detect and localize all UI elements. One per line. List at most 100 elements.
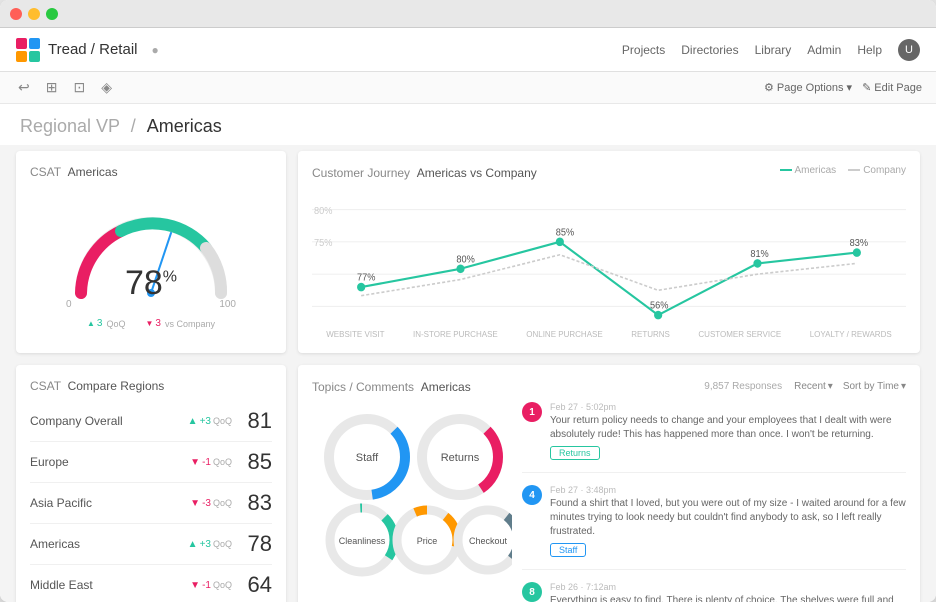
compare-name-2: Asia Pacific xyxy=(30,496,190,510)
nav-logo: Tread / Retail ● xyxy=(16,38,159,62)
comment-tag-1[interactable]: Staff xyxy=(550,543,586,557)
compare-delta-1: ▼ -1 QoQ xyxy=(190,457,232,468)
topics-body: Staff Returns Cleanliness xyxy=(312,402,906,602)
topics-title-area: Topics / Comments Americas xyxy=(312,379,471,394)
settings-icon[interactable]: ◈ xyxy=(97,77,116,98)
nav-projects[interactable]: Projects xyxy=(622,43,665,57)
comment-text-0: Your return policy needs to change and y… xyxy=(550,414,906,442)
nav-directories[interactable]: Directories xyxy=(681,43,738,57)
x-label-4: CUSTOMER SERVICE xyxy=(698,330,781,339)
legend-company: Company xyxy=(848,165,906,176)
user-avatar[interactable]: U xyxy=(898,39,920,61)
logo-dot-2 xyxy=(29,38,40,49)
compare-delta-val-3: +3 xyxy=(200,539,211,550)
compare-delta-val-0: +3 xyxy=(200,416,211,427)
compare-delta-4: ▼ -1 QoQ xyxy=(190,580,232,591)
delta-qoq: 3 QoQ xyxy=(87,318,126,329)
comment-tag-0[interactable]: Returns xyxy=(550,446,600,460)
gauge-bottom: 3 QoQ 3 vs Company xyxy=(87,318,215,329)
company-label: vs Company xyxy=(165,319,215,329)
csat-value: 78 xyxy=(125,264,163,302)
edit-page-button[interactable]: ✎ Edit Page xyxy=(862,81,922,94)
nav-admin[interactable]: Admin xyxy=(807,43,841,57)
journey-title: Customer Journey Americas vs Company xyxy=(312,165,537,180)
gauge-max: 100 xyxy=(219,299,236,310)
compare-row-1: Europe ▼ -1 QoQ 85 xyxy=(30,442,272,483)
journey-card-title: Customer Journey Americas vs Company xyxy=(312,166,537,180)
svg-text:Cleanliness: Cleanliness xyxy=(339,536,386,546)
journey-header: Customer Journey Americas vs Company Ame… xyxy=(312,165,906,180)
pin-icon[interactable]: ● xyxy=(151,43,158,57)
page-options-button[interactable]: ⚙ Page Options ▾ xyxy=(764,81,852,94)
compare-score-1: 85 xyxy=(240,449,272,475)
compare-delta-3: ▲ +3 QoQ xyxy=(188,539,232,550)
comments-list: 1 Feb 27 · 5:02pm Your return policy nee… xyxy=(522,402,906,602)
compare-row-3: Americas ▲ +3 QoQ 78 xyxy=(30,524,272,565)
grid-icon[interactable]: ⊞ xyxy=(42,77,62,98)
compare-name-3: Americas xyxy=(30,537,188,551)
svg-text:77%: 77% xyxy=(357,272,376,283)
legend-americas-label: Americas xyxy=(795,165,837,176)
svg-text:85%: 85% xyxy=(556,227,575,238)
edit-icon: ✎ xyxy=(862,81,871,94)
nav-library[interactable]: Library xyxy=(755,43,792,57)
compare-score-4: 64 xyxy=(240,572,272,598)
qoq-label: QoQ xyxy=(106,319,125,329)
back-icon[interactable]: ↩ xyxy=(14,77,34,98)
topics-filters: Recent ▾ Sort by Time ▾ xyxy=(794,381,906,392)
delta-company: 3 vs Company xyxy=(145,318,215,329)
compare-delta-2: ▼ -3 QoQ xyxy=(190,498,232,509)
compare-delta-val-4: -1 xyxy=(202,580,211,591)
x-label-1: IN-STORE PURCHASE xyxy=(413,330,498,339)
breadcrumb-bar: Regional VP / Americas xyxy=(0,104,936,145)
x-label-5: LOYALTY / REWARDS xyxy=(810,330,892,339)
minimize-button[interactable] xyxy=(28,8,40,20)
compare-score-0: 81 xyxy=(240,408,272,434)
x-label-0: WEBSITE VISIT xyxy=(326,330,384,339)
qoq-value: 3 xyxy=(97,318,103,329)
svg-text:81%: 81% xyxy=(750,249,769,260)
compare-row-2: Asia Pacific ▼ -3 QoQ 83 xyxy=(30,483,272,524)
topics-responses: 9,857 Responses xyxy=(704,381,782,392)
recent-chevron: ▾ xyxy=(828,381,833,392)
breadcrumb-root[interactable]: Regional VP xyxy=(20,116,120,136)
company-arrow-down xyxy=(145,318,153,329)
maximize-button[interactable] xyxy=(46,8,58,20)
chart-area: 80% 75% 77% 80% xyxy=(312,188,906,328)
csat-subtitle: Americas xyxy=(68,165,118,179)
journey-legend: Americas Company xyxy=(780,165,907,176)
comment-text-2: Everything is easy to find. There is ple… xyxy=(550,594,906,602)
journey-title-text: Customer Journey xyxy=(312,166,410,180)
comment-avatar-0: 1 xyxy=(522,402,542,422)
qoq-arrow-up xyxy=(87,318,95,329)
compare-subtitle: Compare Regions xyxy=(68,379,165,393)
svg-text:56%: 56% xyxy=(650,300,669,311)
breadcrumb: Regional VP / Americas xyxy=(20,116,916,137)
logo-dot-3 xyxy=(16,51,27,62)
close-button[interactable] xyxy=(10,8,22,20)
compare-title: CSAT xyxy=(30,379,61,393)
comment-text-1: Found a shirt that I loved, but you were… xyxy=(550,497,906,539)
breadcrumb-separator: / xyxy=(131,116,136,136)
chevron-down-icon: ▾ xyxy=(847,81,853,94)
comment-body-0: Feb 27 · 5:02pm Your return policy needs… xyxy=(550,402,906,460)
save-icon[interactable]: ⊡ xyxy=(69,77,89,98)
comment-body-1: Feb 27 · 3:48pm Found a shirt that I lov… xyxy=(550,485,906,557)
comment-avatar-2: 8 xyxy=(522,582,542,602)
topics-subtitle: Americas xyxy=(421,380,471,394)
svg-text:Returns: Returns xyxy=(441,452,480,464)
gauge-container: 78% 0 100 3 QoQ 3 xyxy=(30,183,272,339)
csat-card-title: CSAT Americas xyxy=(30,165,272,179)
compare-name-0: Company Overall xyxy=(30,414,188,428)
compare-score-3: 78 xyxy=(240,531,272,557)
recent-label: Recent xyxy=(794,381,826,392)
recent-filter[interactable]: Recent ▾ xyxy=(794,381,833,392)
journey-card: Customer Journey Americas vs Company Ame… xyxy=(298,151,920,353)
sort-time-filter[interactable]: Sort by Time ▾ xyxy=(843,381,906,392)
gauge-value: 78% xyxy=(125,264,177,303)
title-bar xyxy=(0,0,936,28)
nav-help[interactable]: Help xyxy=(857,43,882,57)
svg-text:83%: 83% xyxy=(850,238,869,249)
svg-text:Checkout: Checkout xyxy=(469,536,508,546)
company-value: 3 xyxy=(155,318,161,329)
